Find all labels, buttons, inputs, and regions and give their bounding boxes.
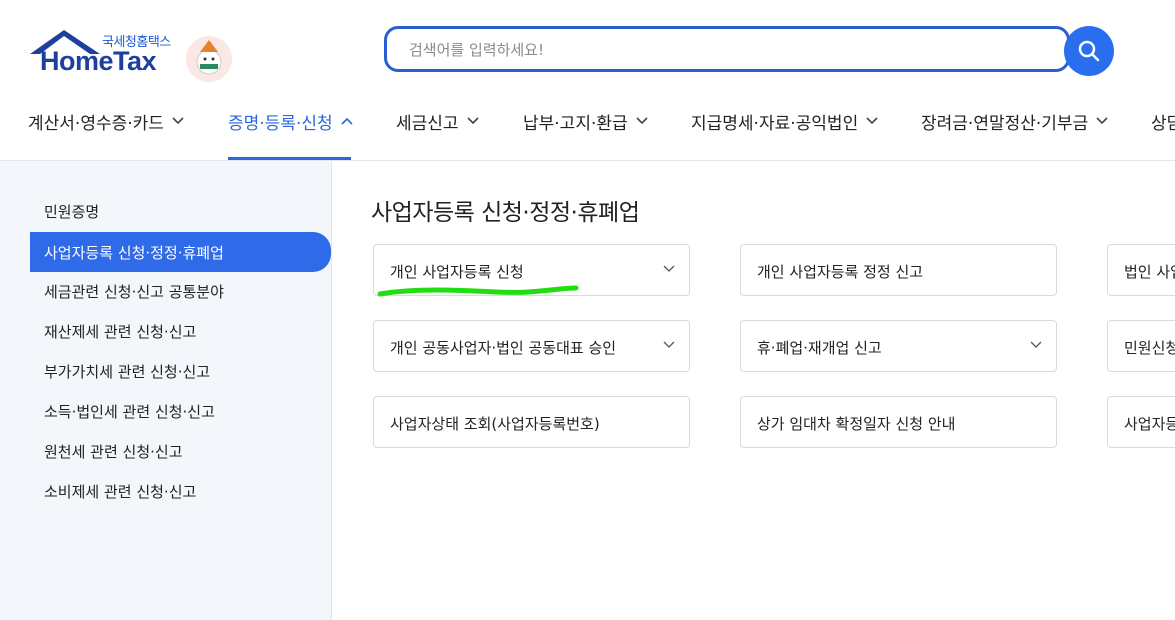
green-underline-annotation — [377, 285, 579, 297]
nav-item-invoice[interactable]: 계산서·영수증·카드 — [28, 110, 184, 134]
hometax-logo[interactable]: 국세청홈택스 HomeTax — [28, 28, 238, 88]
card-label: 사업자상태 조회(사업자등록번호) — [390, 415, 600, 433]
nav-item-label: 지급명세·자료·공익법인 — [691, 113, 859, 134]
card-closure-reopen[interactable]: 휴·폐업·재개업 신고 — [740, 320, 1057, 372]
sidebar-item-civil-certificate[interactable]: 민원증명 — [44, 201, 99, 222]
nav-item-label: 장려금·연말정산·기부금 — [921, 113, 1089, 134]
card-label: 개인 사업자등록 신청 — [390, 263, 524, 281]
sidebar-item-label: 사업자등록 신청·정정·휴폐업 — [44, 244, 224, 262]
card-individual-correction[interactable]: 개인 사업자등록 정정 신고 — [740, 244, 1057, 296]
sidebar: 민원증명 사업자등록 신청·정정·휴폐업 세금관련 신청·신고 공통분야 재산제… — [0, 161, 332, 620]
chevron-up-icon — [341, 117, 353, 125]
search-input[interactable] — [407, 29, 1051, 71]
chevron-down-icon — [466, 117, 479, 125]
main-navigation: 계산서·영수증·카드 증명·등록·신청 세금신고 납부·고지·환급 지급명세·자… — [0, 100, 1175, 160]
card-label: 사업자등 — [1124, 415, 1175, 433]
nav-item-incentive[interactable]: 장려금·연말정산·기부금 — [921, 110, 1108, 134]
snowman-mascot-icon — [186, 36, 232, 82]
card-label: 민원신청 — [1124, 339, 1175, 357]
nav-item-label: 세금신고 — [396, 113, 459, 134]
search-box — [384, 26, 1070, 72]
nav-item-statement[interactable]: 지급명세·자료·공익법인 — [691, 110, 878, 134]
card-label: 휴·폐업·재개업 신고 — [757, 339, 882, 357]
page-title: 사업자등록 신청·정정·휴폐업 — [371, 200, 640, 226]
card-business-other[interactable]: 사업자등 — [1107, 396, 1175, 448]
card-civil-application[interactable]: 민원신청 — [1107, 320, 1175, 372]
card-label: 상가 임대차 확정일자 신청 안내 — [757, 415, 956, 433]
search-icon — [1078, 40, 1100, 62]
sidebar-item-property-tax[interactable]: 재산제세 관련 신청·신고 — [44, 321, 196, 342]
logo-name: HomeTax — [40, 46, 157, 76]
nav-item-certificate[interactable]: 증명·등록·신청 — [228, 110, 353, 134]
chevron-down-icon — [172, 117, 184, 125]
chevron-down-icon — [663, 265, 675, 272]
card-label: 개인 공동사업자·법인 공동대표 승인 — [390, 339, 617, 357]
sidebar-item-common-tax[interactable]: 세금관련 신청·신고 공통분야 — [44, 281, 224, 302]
chevron-down-icon — [866, 117, 878, 125]
card-joint-business-approval[interactable]: 개인 공동사업자·법인 공동대표 승인 — [373, 320, 690, 372]
sidebar-item-consumption-tax[interactable]: 소비제세 관련 신청·신고 — [44, 481, 196, 502]
chevron-down-icon — [663, 341, 675, 348]
chevron-down-icon — [1030, 341, 1042, 348]
card-business-status-lookup[interactable]: 사업자상태 조회(사업자등록번호) — [373, 396, 690, 448]
card-label: 개인 사업자등록 정정 신고 — [757, 263, 924, 281]
card-lease-date-guide[interactable]: 상가 임대차 확정일자 신청 안내 — [740, 396, 1057, 448]
right-column-clip: 법인 사업 민원신청 사업자등 — [1107, 0, 1175, 620]
nav-item-label: 증명·등록·신청 — [228, 113, 333, 134]
nav-item-payment[interactable]: 납부·고지·환급 — [523, 110, 648, 134]
sidebar-item-withholding-tax[interactable]: 원천세 관련 신청·신고 — [44, 441, 183, 462]
card-label: 법인 사업 — [1124, 263, 1175, 281]
nav-item-label: 계산서·영수증·카드 — [28, 113, 164, 134]
nav-item-label: 납부·고지·환급 — [523, 113, 628, 134]
sidebar-item-vat[interactable]: 부가가치세 관련 신청·신고 — [44, 361, 210, 382]
sidebar-item-business-registration[interactable]: 사업자등록 신청·정정·휴폐업 — [30, 232, 331, 272]
sidebar-item-income-corporate-tax[interactable]: 소득·법인세 관련 신청·신고 — [44, 401, 215, 422]
card-corporate-registration[interactable]: 법인 사업 — [1107, 244, 1175, 296]
chevron-down-icon — [636, 117, 648, 125]
nav-item-tax-report[interactable]: 세금신고 — [396, 110, 479, 134]
